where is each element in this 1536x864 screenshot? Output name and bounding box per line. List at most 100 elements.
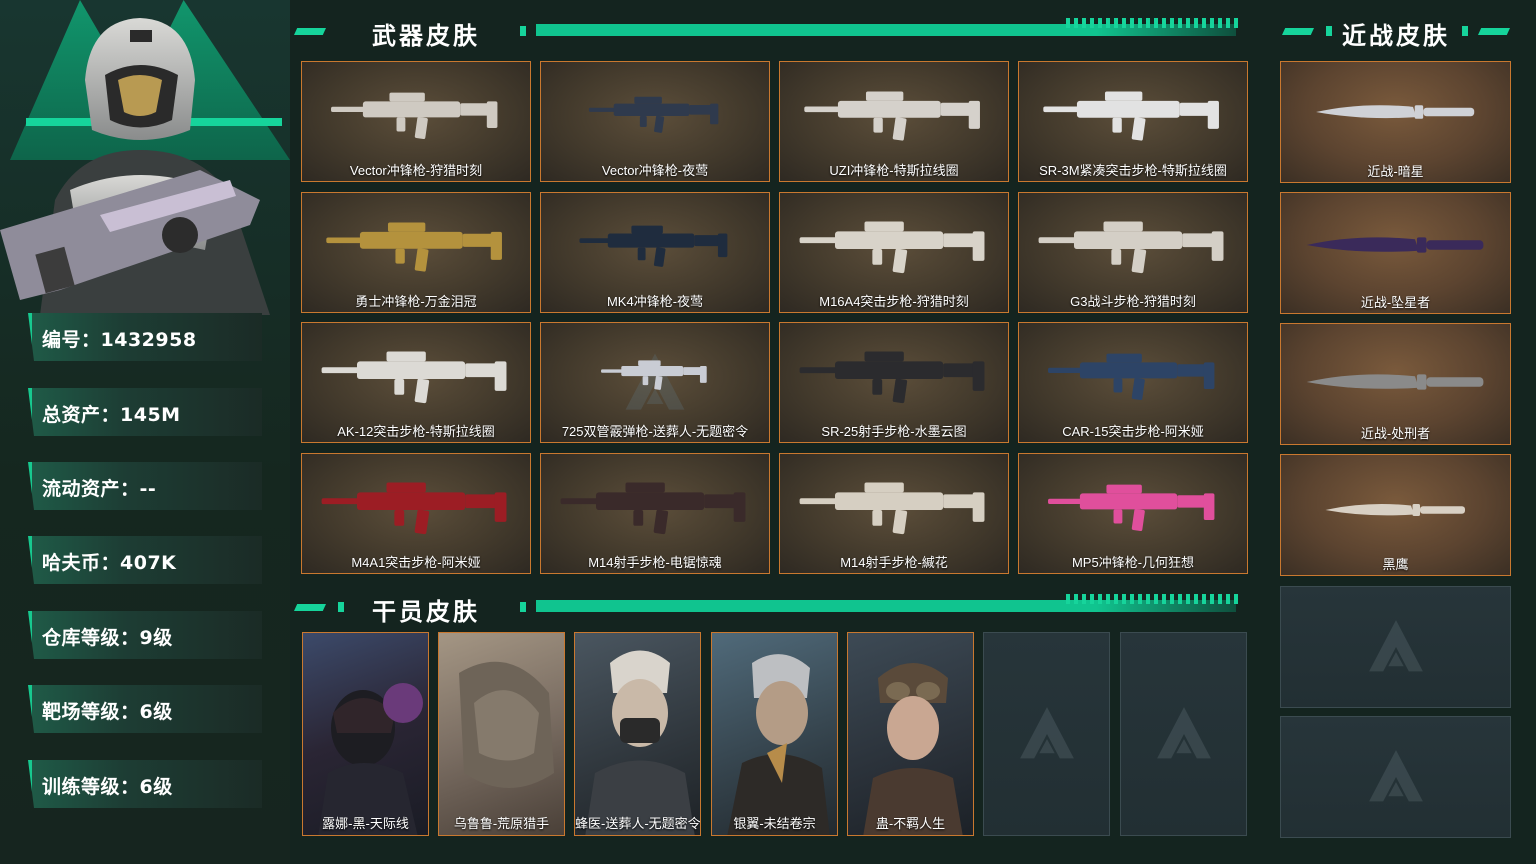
watermark-logo-icon — [1015, 702, 1079, 766]
agents-title: 干员皮肤 — [372, 598, 480, 626]
weapon-name: SR-25射手步枪-水墨云图 — [821, 424, 967, 439]
agent-luna-icon — [318, 683, 423, 835]
agent-card[interactable]: 蜂医-送葬人-无题密令 — [574, 632, 701, 836]
weapon-card[interactable]: SR-25射手步枪-水墨云图 — [779, 322, 1009, 443]
agent-name: 乌鲁鲁-荒原猎手 — [453, 816, 550, 831]
header-checker — [1066, 18, 1242, 28]
melee-title: 近战皮肤 — [1342, 22, 1450, 50]
stat-havcoin-text: 哈夫币：407K — [42, 552, 177, 574]
empty-slot — [1280, 716, 1511, 838]
weapon-card[interactable]: MP5冲锋枪-几何狂想 — [1018, 453, 1248, 574]
weapon-name: MP5冲锋枪-几何狂想 — [1071, 555, 1195, 570]
weapon-card[interactable]: AK-12突击步枪-特斯拉线圈 — [301, 322, 531, 443]
melee-name: 黑鹰 — [1382, 557, 1409, 572]
weapon-card[interactable]: 725双管霰弹枪-送葬人-无题密令 — [540, 322, 770, 443]
header-mark — [1478, 28, 1510, 35]
melee-name: 近战-暗星 — [1367, 164, 1424, 179]
agent-card[interactable]: 银翼-未结卷宗 — [711, 632, 838, 836]
stat-player-id-text: 编号：1432958 — [42, 329, 197, 351]
header-mark — [520, 602, 526, 612]
stat-liquid-assets-text: 流动资产：-- — [42, 478, 157, 500]
knife-purple-icon — [1301, 225, 1491, 265]
watermark-logo-icon — [1364, 745, 1428, 809]
header-mark — [1282, 28, 1314, 35]
stat-warehouse-level: 仓库等级：9级 — [28, 611, 262, 659]
weapon-card[interactable]: M14射手步枪-緘花 — [779, 453, 1009, 574]
watermark-logo-icon — [1152, 702, 1216, 766]
knife-executioner-icon — [1301, 360, 1491, 404]
empty-slot — [983, 632, 1110, 836]
melee-header: 近战皮肤 — [1282, 14, 1512, 50]
stat-warehouse-level-text: 仓库等级：9级 — [42, 627, 173, 649]
agent-medic-icon — [585, 650, 695, 835]
header-mark — [1326, 26, 1332, 36]
weapon-name: M14射手步枪-电锯惊魂 — [588, 555, 722, 570]
knife-dark-star-icon — [1311, 92, 1481, 132]
weapon-name: 勇士冲锋枪-万金泪冠 — [355, 294, 477, 309]
melee-card[interactable]: 近战-暗星 — [1280, 61, 1511, 183]
weapon-name: M16A4突击步枪-狩猎时刻 — [819, 294, 969, 309]
weapon-name: UZI冲锋枪-特斯拉线圈 — [829, 163, 959, 178]
agent-card[interactable]: 露娜-黑-天际线 — [302, 632, 429, 836]
weapon-card[interactable]: Vector冲锋枪-夜莺 — [540, 61, 770, 182]
weapon-name: SR-3M紧凑突击步枪-特斯拉线圈 — [1039, 163, 1227, 178]
melee-card[interactable]: 近战-坠星者 — [1280, 192, 1511, 314]
weapon-name: Vector冲锋枪-夜莺 — [601, 163, 709, 178]
weapon-card[interactable]: M14射手步枪-电锯惊魂 — [540, 453, 770, 574]
agent-gu-icon — [863, 663, 963, 835]
weapon-name: AK-12突击步枪-特斯拉线圈 — [337, 424, 495, 439]
weapon-card[interactable]: UZI冲锋枪-特斯拉线圈 — [779, 61, 1009, 182]
weapon-name: Vector冲锋枪-狩猎时刻 — [349, 163, 483, 178]
agent-silverwing-icon — [727, 654, 830, 835]
weapon-name: 725双管霰弹枪-送葬人-无题密令 — [561, 424, 749, 439]
agent-card[interactable]: 蛊-不羁人生 — [847, 632, 974, 836]
stat-total-assets: 总资产：145M — [28, 388, 262, 436]
operator-portrait — [0, 18, 270, 315]
watermark-logo-icon — [1364, 615, 1428, 679]
stat-training-level-text: 训练等级：6级 — [42, 776, 173, 798]
agent-uluru-icon — [459, 661, 554, 788]
agents-header: 干员皮肤 — [294, 590, 1248, 626]
weapon-card[interactable]: G3战斗步枪-狩猎时刻 — [1018, 192, 1248, 313]
stat-training-level: 训练等级：6级 — [28, 760, 262, 808]
header-mark — [1462, 26, 1468, 36]
weapon-card[interactable]: M16A4突击步枪-狩猎时刻 — [779, 192, 1009, 313]
stat-total-assets-text: 总资产：145M — [42, 404, 181, 426]
empty-slot — [1120, 632, 1247, 836]
melee-card[interactable]: 近战-处刑者 — [1280, 323, 1511, 445]
weapon-name: M14射手步枪-緘花 — [840, 555, 948, 570]
stat-range-level: 靶场等级：6级 — [28, 685, 262, 733]
weapon-name: MK4冲锋枪-夜莺 — [606, 294, 704, 309]
agent-name: 蜂医-送葬人-无题密令 — [575, 816, 700, 831]
melee-name: 近战-处刑者 — [1360, 426, 1431, 441]
agent-name: 蛊-不羁人生 — [875, 816, 946, 831]
stat-havcoin: 哈夫币：407K — [28, 536, 262, 584]
weapon-card[interactable]: M4A1突击步枪-阿米娅 — [301, 453, 531, 574]
agent-card[interactable]: 乌鲁鲁-荒原猎手 — [438, 632, 565, 836]
stat-player-id: 编号：1432958 — [28, 313, 262, 361]
header-mark — [294, 28, 326, 35]
melee-card[interactable]: 黑鹰 — [1280, 454, 1511, 576]
weapon-card[interactable]: SR-3M紧凑突击步枪-特斯拉线圈 — [1018, 61, 1248, 182]
weapon-card[interactable]: MK4冲锋枪-夜莺 — [540, 192, 770, 313]
melee-name: 近战-坠星者 — [1360, 295, 1431, 310]
weapon-card[interactable]: Vector冲锋枪-狩猎时刻 — [301, 61, 531, 182]
stat-range-level-text: 靶场等级：6级 — [42, 701, 173, 723]
knife-blackhawk-icon — [1321, 495, 1471, 525]
header-mark — [338, 602, 344, 612]
stat-liquid-assets: 流动资产：-- — [28, 462, 262, 510]
weapon-card[interactable]: CAR-15突击步枪-阿米娅 — [1018, 322, 1248, 443]
header-checker — [1066, 594, 1242, 604]
weapons-header: 武器皮肤 — [294, 14, 1248, 50]
weapon-name: G3战斗步枪-狩猎时刻 — [1070, 294, 1196, 309]
weapon-card[interactable]: 勇士冲锋枪-万金泪冠 — [301, 192, 531, 313]
weapon-name: M4A1突击步枪-阿米娅 — [351, 555, 481, 570]
player-panel: 编号：1432958 总资产：145M 流动资产：-- 哈夫币：407K 仓库等… — [0, 0, 290, 864]
agent-name: 露娜-黑-天际线 — [322, 816, 409, 831]
agent-name: 银翼-未结卷宗 — [733, 816, 816, 831]
header-mark — [520, 26, 526, 36]
header-mark — [294, 604, 326, 611]
empty-slot — [1280, 586, 1511, 708]
weapon-name: CAR-15突击步枪-阿米娅 — [1062, 424, 1204, 439]
weapons-title: 武器皮肤 — [372, 22, 480, 50]
